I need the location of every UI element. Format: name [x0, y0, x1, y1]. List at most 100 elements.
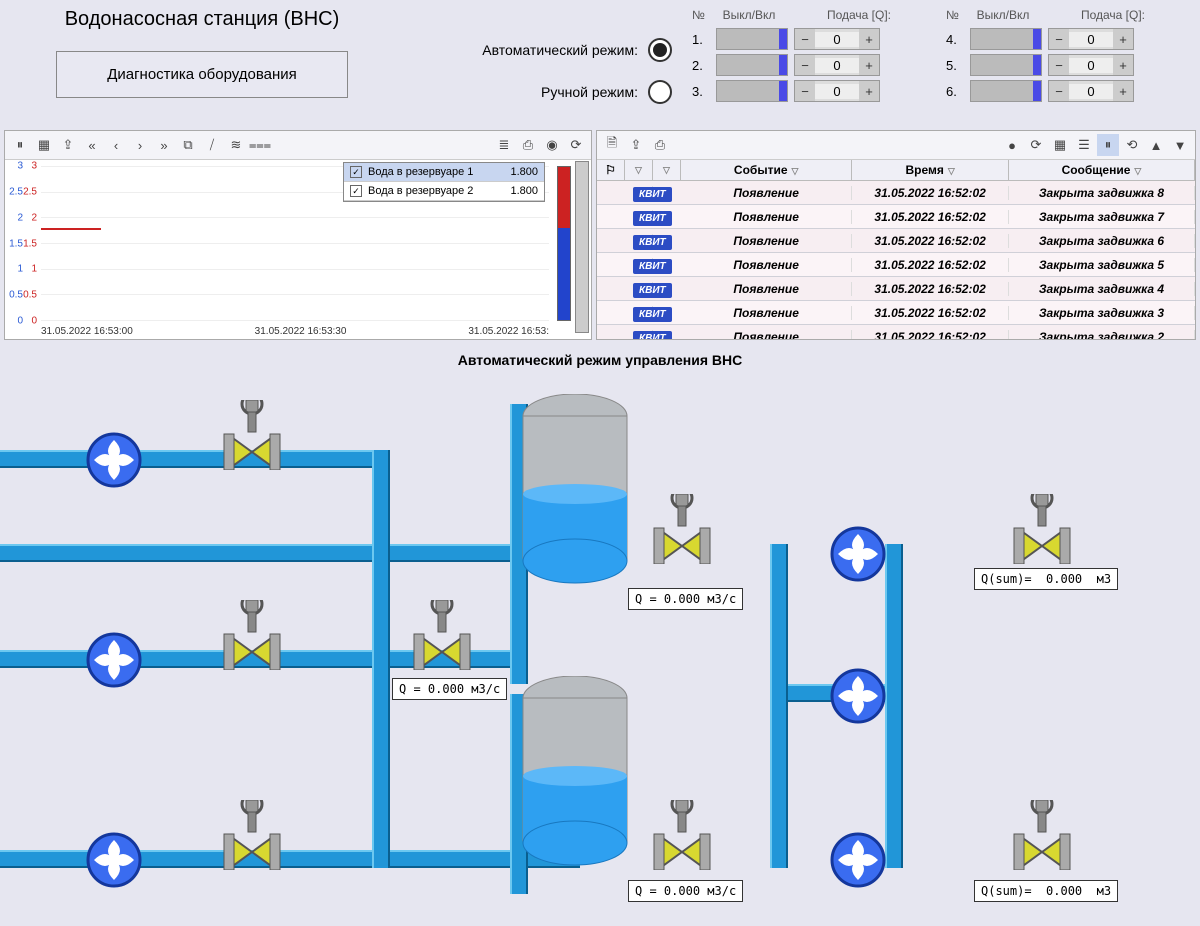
event-row[interactable]: КВИТ Появление31.05.2022 16:52:02Закрыта…	[597, 181, 1195, 205]
chart-config-icon[interactable]: ⧉	[177, 134, 199, 156]
evt-alert-icon[interactable]: ●	[1001, 134, 1023, 156]
pump-3[interactable]	[86, 832, 142, 888]
increment-button[interactable]: +	[859, 55, 879, 75]
event-row[interactable]: КВИТ Появление31.05.2022 16:52:02Закрыта…	[597, 253, 1195, 277]
pump-num: 3.	[692, 84, 710, 99]
evt-hdr-time[interactable]: Время	[905, 163, 943, 177]
x-tick: 31.05.2022 16:53:30	[255, 326, 347, 337]
valve-3[interactable]	[220, 800, 284, 870]
valve-mid[interactable]	[410, 600, 474, 670]
evt-col-filter2[interactable]	[653, 160, 681, 180]
pump-toggle[interactable]	[970, 28, 1042, 50]
print-icon[interactable]: ⎙	[517, 134, 539, 156]
pump-flow-spinner[interactable]: − 0 +	[794, 28, 880, 50]
evt-hdr-msg[interactable]: Сообщение	[1062, 163, 1131, 177]
evt-down-icon[interactable]: ▼	[1169, 134, 1191, 156]
evt-pause-icon[interactable]: ⏸	[1097, 134, 1119, 156]
evt-up-icon[interactable]: ▲	[1145, 134, 1167, 156]
last-icon[interactable]: »	[153, 134, 175, 156]
evt-hdr-event[interactable]: Событие	[734, 163, 788, 177]
pump-flow-spinner[interactable]: − 0 +	[1048, 54, 1134, 76]
manual-mode-label: Ручной режим:	[541, 84, 638, 100]
decrement-button[interactable]: −	[795, 55, 815, 75]
increment-button[interactable]: +	[1113, 81, 1133, 101]
pump-toggle[interactable]	[970, 80, 1042, 102]
tank-1[interactable]	[520, 394, 630, 584]
event-row[interactable]: КВИТ Появление31.05.2022 16:52:02Закрыта…	[597, 229, 1195, 253]
grid-icon[interactable]: ▦	[33, 134, 55, 156]
event-row[interactable]: КВИТ Появление31.05.2022 16:52:02Закрыта…	[597, 325, 1195, 339]
increment-button[interactable]: +	[1113, 29, 1133, 49]
pump-flow-spinner[interactable]: − 0 +	[1048, 28, 1134, 50]
evt-print-icon[interactable]: ⎙	[649, 134, 671, 156]
pump-5[interactable]	[830, 668, 886, 724]
evt-refresh-icon[interactable]: ⟳	[1025, 134, 1047, 156]
pump-1[interactable]	[86, 432, 142, 488]
x-tick: 31.05.2022 16:53:	[468, 326, 549, 337]
event-row[interactable]: КВИТ Появление31.05.2022 16:52:02Закрыта…	[597, 301, 1195, 325]
pump-toggle[interactable]	[716, 28, 788, 50]
kvit-button[interactable]: КВИТ	[633, 283, 672, 298]
pump-toggle[interactable]	[716, 80, 788, 102]
valve-t2[interactable]	[650, 800, 714, 870]
evt-col-flag1[interactable]: ⚐	[597, 160, 625, 180]
pump-2[interactable]	[86, 632, 142, 688]
legend-item[interactable]: ✓Вода в резервуаре 11.800	[344, 163, 544, 182]
pump-toggle[interactable]	[970, 54, 1042, 76]
decrement-button[interactable]: −	[795, 81, 815, 101]
first-icon[interactable]: «	[81, 134, 103, 156]
increment-button[interactable]: +	[859, 29, 879, 49]
pump-toggle[interactable]	[716, 54, 788, 76]
list-icon[interactable]: ≣	[493, 134, 515, 156]
increment-button[interactable]: +	[1113, 55, 1133, 75]
auto-mode-radio[interactable]	[648, 38, 672, 62]
valve-1[interactable]	[220, 400, 284, 470]
evt-doc-icon[interactable]: 🗎	[601, 134, 623, 156]
kvit-button[interactable]: КВИТ	[633, 331, 672, 340]
pump-num: 2.	[692, 58, 710, 73]
chart-off-icon[interactable]: ⧸	[201, 134, 223, 156]
flow-value: 0	[815, 58, 859, 73]
evt-col-filter1[interactable]	[625, 160, 653, 180]
evt-cycle-icon[interactable]: ⟲	[1121, 134, 1143, 156]
decrement-button[interactable]: −	[1049, 29, 1069, 49]
decrement-button[interactable]: −	[1049, 81, 1069, 101]
auto-mode-label: Автоматический режим:	[482, 42, 638, 58]
kvit-button[interactable]: КВИТ	[633, 235, 672, 250]
valve-out2[interactable]	[1010, 800, 1074, 870]
refresh-icon[interactable]: ⟳	[565, 134, 587, 156]
export-icon[interactable]: ⇪	[57, 134, 79, 156]
kvit-button[interactable]: КВИТ	[633, 259, 672, 274]
camera-icon[interactable]: ◉	[541, 134, 563, 156]
decrement-button[interactable]: −	[1049, 55, 1069, 75]
manual-mode-radio[interactable]	[648, 80, 672, 104]
chart-scrollbar[interactable]	[575, 161, 589, 333]
legend-item[interactable]: ✓Вода в резервуаре 21.800	[344, 182, 544, 201]
decrement-button[interactable]: −	[795, 29, 815, 49]
tank-2[interactable]	[520, 676, 630, 866]
kvit-button[interactable]: КВИТ	[633, 307, 672, 322]
valve-t1[interactable]	[650, 494, 714, 564]
prev-icon[interactable]: ‹	[105, 134, 127, 156]
diagnostics-button[interactable]: Диагностика оборудования	[56, 51, 348, 98]
pump-flow-spinner[interactable]: − 0 +	[1048, 80, 1134, 102]
chart-b-icon[interactable]: ⩶	[249, 134, 271, 156]
evt-note-icon[interactable]: ☰	[1073, 134, 1095, 156]
pump-num: 1.	[692, 32, 710, 47]
pump-flow-spinner[interactable]: − 0 +	[794, 54, 880, 76]
pause-icon[interactable]: ⏸	[9, 134, 31, 156]
pump-6[interactable]	[830, 832, 886, 888]
valve-out1[interactable]	[1010, 494, 1074, 564]
chart-a-icon[interactable]: ≋	[225, 134, 247, 156]
evt-export-icon[interactable]: ⇪	[625, 134, 647, 156]
kvit-button[interactable]: КВИТ	[633, 187, 672, 202]
pump-4[interactable]	[830, 526, 886, 582]
kvit-button[interactable]: КВИТ	[633, 211, 672, 226]
increment-button[interactable]: +	[859, 81, 879, 101]
valve-2[interactable]	[220, 600, 284, 670]
next-icon[interactable]: ›	[129, 134, 151, 156]
event-row[interactable]: КВИТ Появление31.05.2022 16:52:02Закрыта…	[597, 277, 1195, 301]
pump-flow-spinner[interactable]: − 0 +	[794, 80, 880, 102]
evt-cal-icon[interactable]: ▦	[1049, 134, 1071, 156]
event-row[interactable]: КВИТ Появление31.05.2022 16:52:02Закрыта…	[597, 205, 1195, 229]
